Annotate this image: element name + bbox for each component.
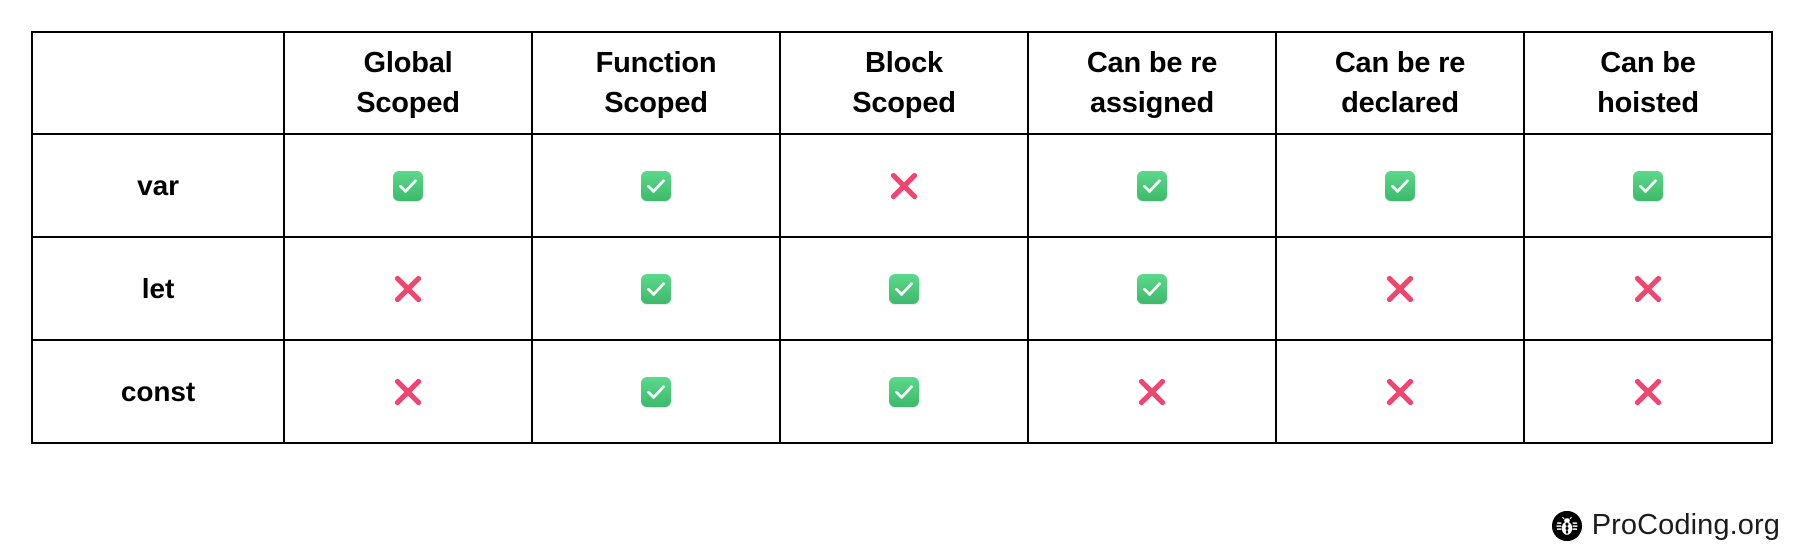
- cell-let-can-be-reassigned: [1027, 236, 1277, 341]
- cell-let-can-be-redeclared: [1275, 236, 1525, 341]
- table-row: let: [31, 236, 1773, 341]
- column-header-label: Can be hoisted: [1597, 46, 1699, 119]
- row-header-label: let: [141, 272, 175, 304]
- cross-mark-icon: [1382, 271, 1418, 307]
- column-header-label: Function Scoped: [595, 46, 717, 119]
- row-header-const: const: [31, 339, 285, 444]
- watermark-text: ProCoding.org: [1591, 509, 1780, 541]
- cell-const-can-be-hoisted: [1523, 339, 1773, 444]
- row-header-label: var: [137, 169, 179, 201]
- check-mark-icon: [393, 170, 423, 201]
- cross-mark-icon: [1630, 271, 1666, 307]
- column-header-can-be-reassigned: Can be re assigned: [1027, 31, 1277, 135]
- table-row: const: [31, 339, 1773, 444]
- cell-var-can-be-redeclared: [1275, 133, 1525, 238]
- cross-mark-icon: [1630, 374, 1666, 410]
- check-mark-icon: [641, 376, 671, 407]
- table-row: var: [31, 133, 1773, 238]
- column-header-can-be-redeclared: Can be re declared: [1275, 31, 1525, 135]
- check-mark-icon: [1633, 170, 1663, 201]
- table-corner-cell: [31, 31, 285, 135]
- table-body: var let const: [31, 133, 1773, 444]
- table-header-row: Global Scoped Function Scoped Block Scop…: [31, 31, 1773, 135]
- cell-var-global-scoped: [283, 133, 533, 238]
- column-header-label: Can be re declared: [1334, 46, 1466, 119]
- watermark: ProCoding.org: [1551, 509, 1780, 542]
- bug-icon: [1551, 510, 1582, 541]
- cell-let-can-be-hoisted: [1523, 236, 1773, 341]
- column-header-block-scoped: Block Scoped: [779, 31, 1029, 135]
- check-mark-icon: [1137, 273, 1167, 304]
- cell-var-function-scoped: [531, 133, 781, 238]
- cell-var-can-be-hoisted: [1523, 133, 1773, 238]
- cell-var-block-scoped: [779, 133, 1029, 238]
- check-mark-icon: [1137, 170, 1167, 201]
- cell-let-block-scoped: [779, 236, 1029, 341]
- cross-mark-icon: [1382, 374, 1418, 410]
- cell-let-global-scoped: [283, 236, 533, 341]
- cross-mark-icon: [390, 271, 426, 307]
- cell-var-can-be-reassigned: [1027, 133, 1277, 238]
- check-mark-icon: [889, 376, 919, 407]
- cell-const-function-scoped: [531, 339, 781, 444]
- cell-const-can-be-redeclared: [1275, 339, 1525, 444]
- cell-const-block-scoped: [779, 339, 1029, 444]
- cross-mark-icon: [1134, 374, 1170, 410]
- check-mark-icon: [1385, 170, 1415, 201]
- column-header-label: Global Scoped: [356, 46, 460, 119]
- cell-const-global-scoped: [283, 339, 533, 444]
- check-mark-icon: [641, 273, 671, 304]
- cross-mark-icon: [886, 168, 922, 204]
- column-header-label: Can be re assigned: [1086, 46, 1218, 119]
- check-mark-icon: [641, 170, 671, 201]
- row-header-let: let: [31, 236, 285, 341]
- row-header-label: const: [120, 375, 196, 407]
- variable-scope-comparison-table: Global Scoped Function Scoped Block Scop…: [31, 31, 1773, 444]
- row-header-var: var: [31, 133, 285, 238]
- cell-let-function-scoped: [531, 236, 781, 341]
- check-mark-icon: [889, 273, 919, 304]
- column-header-function-scoped: Function Scoped: [531, 31, 781, 135]
- column-header-global-scoped: Global Scoped: [283, 31, 533, 135]
- cross-mark-icon: [390, 374, 426, 410]
- cell-const-can-be-reassigned: [1027, 339, 1277, 444]
- column-header-label: Block Scoped: [852, 46, 956, 119]
- column-header-can-be-hoisted: Can be hoisted: [1523, 31, 1773, 135]
